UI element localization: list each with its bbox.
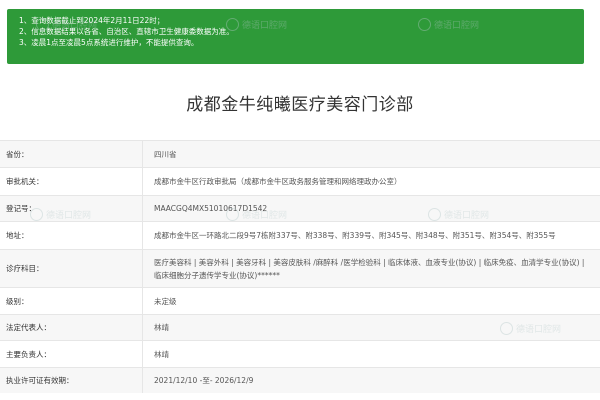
row-level: 级别： 未定级	[0, 287, 600, 314]
notice-banner: 1、查询数据截止到2024年2月11日22时； 2、信息数据结果以各省、自治区、…	[7, 9, 584, 64]
row-label: 诊疗科目：	[0, 250, 143, 287]
notice-line-3: 3、凌晨1点至凌晨5点系统进行维护，不能提供查询。	[19, 38, 199, 47]
row-value: 2021/12/10 -至- 2026/12/9	[154, 376, 254, 385]
row-clinical-subjects: 诊疗科目： 医疗美容科 | 美容外科 | 美容牙科 | 美容皮肤科 /麻醉科 /…	[0, 249, 600, 287]
row-label: 登记号：	[0, 196, 143, 221]
row-label: 审批机关：	[0, 168, 143, 195]
row-value: 医疗美容科 | 美容外科 | 美容牙科 | 美容皮肤科 /麻醉科 /医学检验科 …	[154, 257, 585, 280]
row-value: 林靖	[154, 349, 169, 359]
row-value: MAACGQ4MX51010617D1542	[154, 204, 268, 213]
row-label: 级别：	[0, 288, 143, 314]
row-label: 主要负责人：	[0, 341, 143, 367]
row-value: 成都市金牛区一环路北二段9号7栋附337号、附338号、附339号、附345号、…	[154, 231, 556, 240]
row-label: 执业许可证有效期：	[0, 368, 143, 393]
page-root: 1、查询数据截止到2024年2月11日22时； 2、信息数据结果以各省、自治区、…	[0, 0, 600, 400]
row-province: 省份： 四川省	[0, 140, 600, 167]
row-value: 成都市金牛区行政审批局（成都市金牛区政务服务管理和网络理政办公室）	[154, 177, 402, 186]
row-value: 未定级	[154, 296, 177, 306]
row-value: 林靖	[154, 323, 169, 332]
row-value: 四川省	[154, 149, 177, 159]
row-label: 法定代表人：	[0, 315, 143, 340]
row-registration-number: 登记号： MAACGQ4MX51010617D1542	[0, 195, 600, 221]
title-area: 成都金牛纯曦医疗美容门诊部	[0, 64, 600, 140]
notice-line-2: 2、信息数据结果以各省、自治区、直辖市卫生健康委数据为准。	[19, 27, 234, 36]
row-address: 地址： 成都市金牛区一环路北二段9号7栋附337号、附338号、附339号、附3…	[0, 221, 600, 249]
row-approval-authority: 审批机关： 成都市金牛区行政审批局（成都市金牛区政务服务管理和网络理政办公室）	[0, 167, 600, 195]
page-title: 成都金牛纯曦医疗美容门诊部	[186, 94, 414, 115]
row-principal: 主要负责人： 林靖	[0, 340, 600, 367]
notice-line-1: 1、查询数据截止到2024年2月11日22时；	[19, 16, 165, 25]
info-table: 省份： 四川省 审批机关： 成都市金牛区行政审批局（成都市金牛区政务服务管理和网…	[0, 140, 600, 393]
row-label: 地址：	[0, 222, 143, 249]
row-license-validity: 执业许可证有效期： 2021/12/10 -至- 2026/12/9	[0, 367, 600, 393]
row-label: 省份：	[0, 141, 143, 167]
row-legal-representative: 法定代表人： 林靖	[0, 314, 600, 340]
